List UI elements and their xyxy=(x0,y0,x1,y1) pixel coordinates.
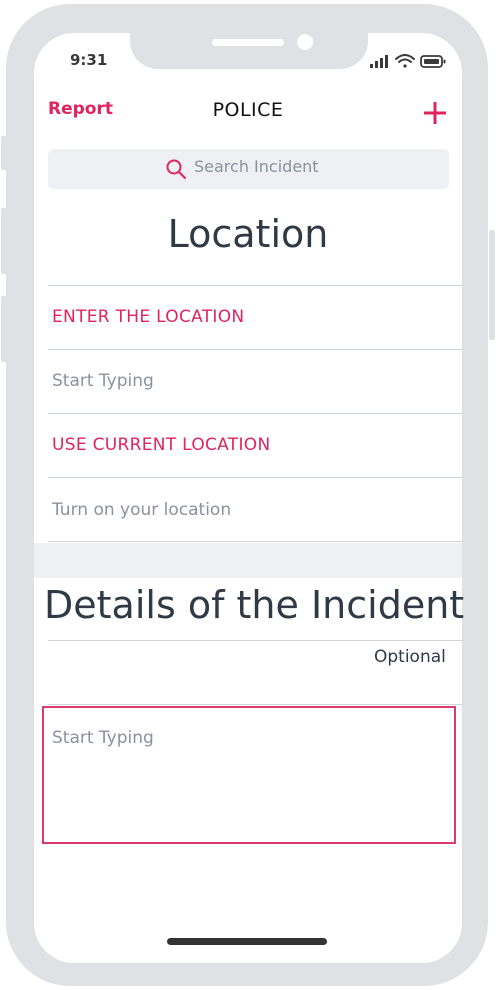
turn-on-location-hint: Turn on your location xyxy=(52,500,232,520)
speaker xyxy=(212,39,284,46)
wifi-icon xyxy=(395,54,415,68)
location-heading: Location xyxy=(167,212,329,256)
page-title: POLICE xyxy=(212,99,284,121)
details-textarea[interactable] xyxy=(42,706,456,844)
optional-label: Optional xyxy=(374,647,446,667)
details-heading: Details of the Incident xyxy=(44,583,465,627)
search-input[interactable]: Search Incident xyxy=(194,157,319,176)
home-indicator[interactable] xyxy=(167,938,327,945)
divider xyxy=(48,349,463,350)
divider xyxy=(48,704,463,705)
search-icon xyxy=(166,159,186,179)
divider xyxy=(48,477,463,478)
enter-location-label[interactable]: ENTER THE LOCATION xyxy=(52,307,244,327)
divider xyxy=(48,541,463,542)
divider xyxy=(48,640,463,641)
details-placeholder: Start Typing xyxy=(52,728,154,748)
camera xyxy=(297,34,313,50)
status-icons xyxy=(370,54,446,68)
divider xyxy=(48,413,463,414)
plus-icon[interactable] xyxy=(423,101,447,125)
location-input[interactable]: Start Typing xyxy=(52,371,154,391)
battery-icon xyxy=(420,55,446,68)
divider xyxy=(48,285,463,286)
status-time: 9:31 xyxy=(70,51,108,69)
signal-icon xyxy=(370,55,388,68)
section-separator xyxy=(34,543,462,578)
use-current-location-button[interactable]: USE CURRENT LOCATION xyxy=(52,435,270,455)
